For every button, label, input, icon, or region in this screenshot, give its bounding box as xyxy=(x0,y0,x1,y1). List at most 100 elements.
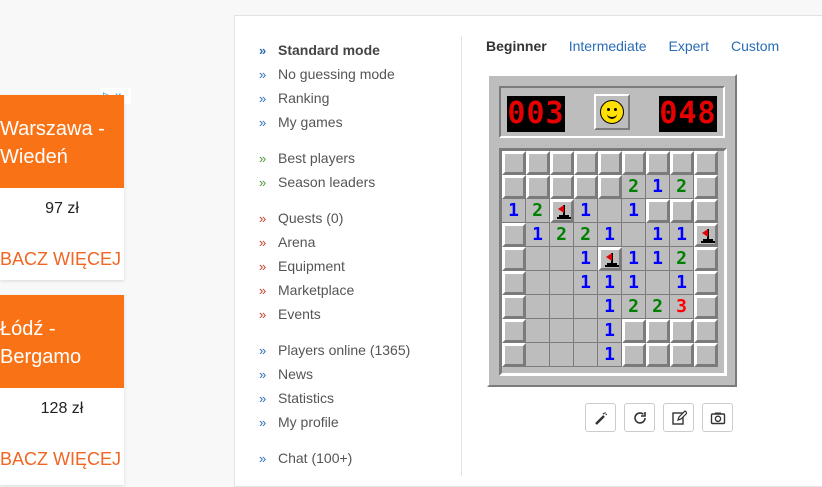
cell-closed[interactable] xyxy=(694,319,718,343)
cell-number[interactable]: 2 xyxy=(622,175,646,199)
cell-number[interactable]: 2 xyxy=(646,295,670,319)
hint-button[interactable] xyxy=(585,403,616,432)
cell-closed[interactable] xyxy=(694,247,718,271)
cell-number[interactable]: 1 xyxy=(526,223,550,247)
cell-open[interactable] xyxy=(574,319,598,343)
cell-number[interactable]: 1 xyxy=(670,271,694,295)
menu-item-standard-mode[interactable]: » Standard mode xyxy=(259,38,469,62)
cell-closed[interactable] xyxy=(502,175,526,199)
cell-open[interactable] xyxy=(646,271,670,295)
cell-closed[interactable] xyxy=(670,151,694,175)
menu-item-my-games[interactable]: » My games xyxy=(259,110,469,134)
cell-closed[interactable] xyxy=(502,271,526,295)
cell-number[interactable]: 1 xyxy=(598,343,622,367)
cell-closed[interactable] xyxy=(646,199,670,223)
cell-number[interactable]: 1 xyxy=(670,223,694,247)
menu-item-marketplace[interactable]: » Marketplace xyxy=(259,278,469,302)
cell-number[interactable]: 2 xyxy=(550,223,574,247)
cell-closed[interactable] xyxy=(598,151,622,175)
cell-number[interactable]: 1 xyxy=(646,223,670,247)
cell-open[interactable] xyxy=(574,295,598,319)
cell-open[interactable] xyxy=(550,343,574,367)
cell-closed[interactable] xyxy=(694,199,718,223)
menu-item-ranking[interactable]: » Ranking xyxy=(259,86,469,110)
cell-number[interactable]: 1 xyxy=(598,271,622,295)
ad-cta-link[interactable]: BACZ WIĘCEJ xyxy=(0,249,121,270)
cell-closed[interactable] xyxy=(670,319,694,343)
cell-flagged[interactable] xyxy=(550,199,574,223)
cell-number[interactable]: 1 xyxy=(622,247,646,271)
edit-button[interactable] xyxy=(663,403,694,432)
cell-closed[interactable] xyxy=(598,175,622,199)
cell-number[interactable]: 1 xyxy=(622,271,646,295)
cell-closed[interactable] xyxy=(502,343,526,367)
cell-closed[interactable] xyxy=(694,151,718,175)
cell-open[interactable] xyxy=(526,247,550,271)
cell-closed[interactable] xyxy=(550,175,574,199)
cell-number[interactable]: 1 xyxy=(622,199,646,223)
cell-open[interactable] xyxy=(550,319,574,343)
menu-item-quests[interactable]: » Quests (0) xyxy=(259,206,469,230)
cell-number[interactable]: 2 xyxy=(670,175,694,199)
cell-number[interactable]: 1 xyxy=(574,247,598,271)
cell-number[interactable]: 3 xyxy=(670,295,694,319)
cell-closed[interactable] xyxy=(622,343,646,367)
tab-intermediate[interactable]: Intermediate xyxy=(569,38,647,58)
menu-item-arena[interactable]: » Arena xyxy=(259,230,469,254)
cell-number[interactable]: 1 xyxy=(598,319,622,343)
cell-open[interactable] xyxy=(526,319,550,343)
cell-flagged[interactable] xyxy=(694,223,718,247)
ad-card[interactable]: Łódź - Bergamo 128 zł BACZ WIĘCEJ xyxy=(0,295,124,485)
menu-item-season-leaders[interactable]: » Season leaders xyxy=(259,170,469,194)
cell-closed[interactable] xyxy=(670,343,694,367)
cell-closed[interactable] xyxy=(694,295,718,319)
cell-open[interactable] xyxy=(526,295,550,319)
screenshot-button[interactable] xyxy=(702,403,733,432)
cell-open[interactable] xyxy=(526,271,550,295)
cell-closed[interactable] xyxy=(502,247,526,271)
cell-number[interactable]: 1 xyxy=(598,223,622,247)
cell-closed[interactable] xyxy=(694,271,718,295)
cell-closed[interactable] xyxy=(670,199,694,223)
cell-closed[interactable] xyxy=(502,151,526,175)
cell-number[interactable]: 1 xyxy=(646,175,670,199)
cell-open[interactable] xyxy=(550,247,574,271)
cell-closed[interactable] xyxy=(526,151,550,175)
cell-open[interactable] xyxy=(598,199,622,223)
tab-beginner[interactable]: Beginner xyxy=(486,38,547,58)
cell-number[interactable]: 1 xyxy=(598,295,622,319)
cell-number[interactable]: 1 xyxy=(502,199,526,223)
cell-closed[interactable] xyxy=(646,319,670,343)
cell-closed[interactable] xyxy=(646,343,670,367)
ad-card[interactable]: Warszawa - Wiedeń 97 zł BACZ WIĘCEJ xyxy=(0,95,124,280)
cell-closed[interactable] xyxy=(622,151,646,175)
cell-closed[interactable] xyxy=(574,151,598,175)
menu-item-events[interactable]: » Events xyxy=(259,302,469,326)
cell-closed[interactable] xyxy=(502,319,526,343)
tab-expert[interactable]: Expert xyxy=(669,38,709,58)
menu-item-my-profile[interactable]: » My profile xyxy=(259,410,469,434)
tab-custom[interactable]: Custom xyxy=(731,38,779,58)
cell-number[interactable]: 2 xyxy=(622,295,646,319)
menu-item-chat[interactable]: » Chat (100+) xyxy=(259,446,469,470)
cell-closed[interactable] xyxy=(622,319,646,343)
cell-number[interactable]: 2 xyxy=(670,247,694,271)
menu-item-statistics[interactable]: » Statistics xyxy=(259,386,469,410)
cell-closed[interactable] xyxy=(574,175,598,199)
ad-cta-link[interactable]: BACZ WIĘCEJ xyxy=(0,449,121,470)
cell-closed[interactable] xyxy=(646,151,670,175)
cell-closed[interactable] xyxy=(694,343,718,367)
cell-closed[interactable] xyxy=(502,223,526,247)
cell-open[interactable] xyxy=(526,343,550,367)
cell-closed[interactable] xyxy=(550,151,574,175)
cell-number[interactable]: 1 xyxy=(574,199,598,223)
menu-item-no-guessing[interactable]: » No guessing mode xyxy=(259,62,469,86)
cell-flagged[interactable] xyxy=(598,247,622,271)
menu-item-best-players[interactable]: » Best players xyxy=(259,146,469,170)
cell-open[interactable] xyxy=(622,223,646,247)
cell-number[interactable]: 2 xyxy=(574,223,598,247)
restart-face-button[interactable] xyxy=(594,94,630,130)
cell-open[interactable] xyxy=(574,343,598,367)
cell-closed[interactable] xyxy=(526,175,550,199)
cell-number[interactable]: 1 xyxy=(574,271,598,295)
